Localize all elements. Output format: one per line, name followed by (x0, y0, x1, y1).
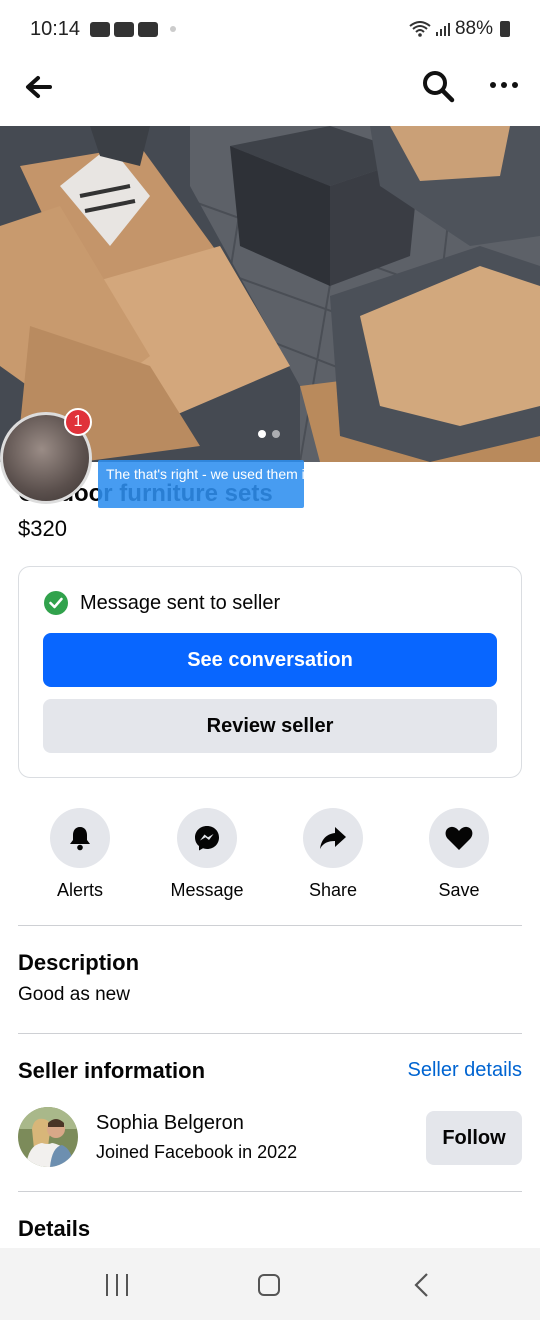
bell-icon (50, 808, 110, 868)
youtube-icon (90, 21, 111, 37)
message-button[interactable]: Message (147, 808, 267, 901)
message-label: Message (170, 880, 244, 900)
pager-dot (272, 430, 280, 438)
description-heading: Description (18, 950, 140, 975)
top-app-bar (0, 58, 540, 126)
arrow-left-icon (26, 76, 52, 98)
save-label: Save (438, 880, 480, 900)
divider (18, 1033, 522, 1034)
mail-icon (114, 21, 135, 37)
message-status: Message sent to seller (44, 591, 280, 615)
heart-icon (429, 808, 489, 868)
home-button[interactable] (258, 1274, 280, 1296)
share-label: Share (308, 880, 358, 900)
save-button[interactable]: Save (399, 808, 519, 901)
signal-icon (435, 23, 450, 36)
chat-preview-bubble[interactable]: The that's right - we used them in our b… (98, 460, 304, 508)
review-seller-button[interactable]: Review seller (43, 699, 497, 753)
more-options-button[interactable] (484, 70, 524, 100)
wifi-icon (409, 21, 431, 37)
share-button[interactable]: Share (273, 808, 393, 901)
recents-button[interactable] (106, 1274, 128, 1296)
divider (18, 925, 522, 926)
listing-actions: Alerts Message Share Save (0, 808, 540, 908)
details-heading: Details (18, 1216, 91, 1241)
message-sent-card: Message sent to seller See conversation … (18, 566, 522, 778)
gallery-icon (138, 21, 159, 37)
status-bar: 10:14 88% (0, 0, 540, 58)
messenger-icon (177, 808, 237, 868)
recents-icon (106, 1274, 108, 1296)
seller-joined-date: Joined Facebook in 2022 (96, 1142, 298, 1162)
back-button[interactable] (20, 72, 56, 102)
search-button[interactable] (420, 68, 456, 104)
more-notifications-dot-icon (170, 26, 177, 32)
description-text: Good as new (18, 984, 130, 1005)
divider (18, 1191, 522, 1192)
battery-icon (500, 21, 510, 37)
follow-button[interactable]: Follow (426, 1111, 522, 1165)
seller-name[interactable]: Sophia Belgeron (96, 1112, 244, 1135)
see-conversation-button[interactable]: See conversation (43, 633, 497, 687)
system-back-button[interactable] (410, 1272, 434, 1298)
system-nav-bar (0, 1248, 540, 1320)
pager-dot-active (258, 430, 266, 438)
share-arrow-icon (303, 808, 363, 868)
message-status-text: Message sent to seller (80, 591, 281, 614)
unread-badge: 1 (64, 408, 92, 436)
chevron-left-icon (414, 1273, 428, 1297)
status-time: 10:14 (30, 17, 81, 40)
more-dot (501, 82, 507, 88)
status-right: 88% (409, 18, 510, 40)
recents-bar (116, 1274, 118, 1296)
alerts-button[interactable]: Alerts (20, 808, 140, 901)
alerts-label: Alerts (56, 880, 103, 900)
listing-price: $320 (18, 516, 67, 541)
seller-avatar[interactable] (18, 1107, 78, 1167)
notification-icons (90, 21, 177, 37)
search-icon (423, 71, 455, 103)
seller-info-heading: Seller information (18, 1058, 206, 1083)
battery-percent: 88% (454, 18, 493, 39)
more-horizontal-icon (490, 82, 496, 88)
photo-pager (258, 430, 280, 438)
recents-bar (126, 1274, 128, 1296)
more-dot (512, 82, 518, 88)
seller-details-link[interactable]: Seller details (407, 1059, 522, 1082)
check-circle-icon (44, 591, 68, 615)
